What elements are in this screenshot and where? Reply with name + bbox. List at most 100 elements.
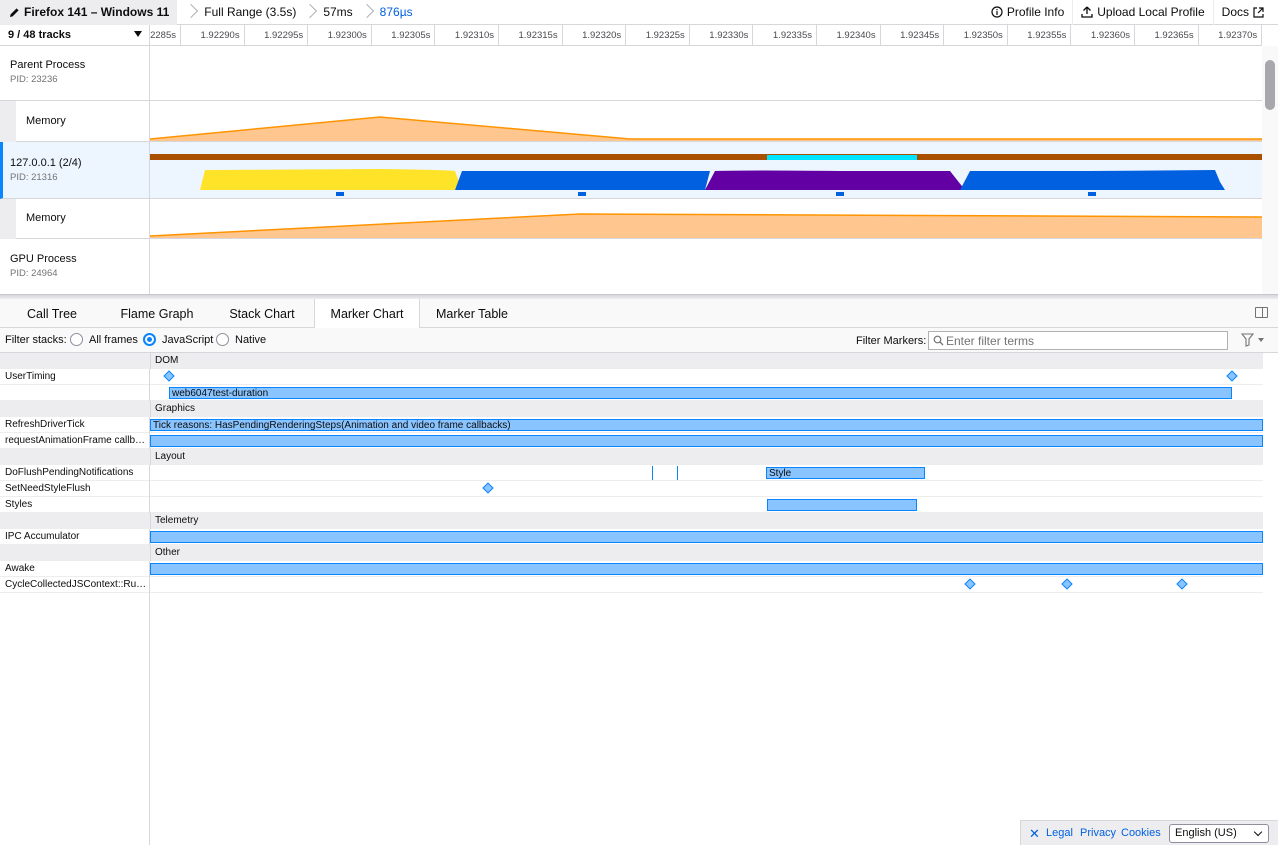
marker-bar[interactable] bbox=[150, 563, 1263, 575]
breadcrumb-876us[interactable]: 876µs bbox=[378, 0, 417, 25]
track-parent-process[interactable]: Parent Process PID: 23236 bbox=[0, 46, 150, 101]
legal-link[interactable]: Legal bbox=[1046, 827, 1073, 839]
track-gpu-process[interactable]: GPU Process PID: 24964 bbox=[0, 239, 150, 294]
upload-icon bbox=[1081, 6, 1093, 18]
marker-bar[interactable]: Style bbox=[766, 467, 925, 479]
ruler-tick: 1.92300s bbox=[302, 25, 372, 45]
ruler-tick: 1.92330s bbox=[683, 25, 754, 45]
marker-row-styles[interactable]: Styles bbox=[0, 497, 1263, 513]
tab-stack-chart[interactable]: Stack Chart bbox=[220, 299, 304, 328]
marker-instant[interactable] bbox=[1061, 578, 1073, 590]
marker-row-doflush[interactable]: DoFlushPendingNotifications Style bbox=[0, 465, 1263, 481]
docs-button[interactable]: Docs bbox=[1212, 0, 1278, 25]
marker-row-awake[interactable]: Awake bbox=[0, 561, 1263, 577]
track-count-button[interactable]: 9 / 48 tracks bbox=[0, 25, 150, 46]
profile-info-button[interactable]: Profile Info bbox=[983, 0, 1072, 25]
ruler-tick: 1.92315s bbox=[493, 25, 563, 45]
marker-bar[interactable] bbox=[767, 499, 917, 511]
track-memory-parent[interactable]: Memory bbox=[0, 101, 150, 142]
marker-bar[interactable]: web6047test-duration bbox=[169, 387, 1232, 399]
marker-row-label: SetNeedStyleFlush bbox=[0, 481, 150, 497]
breadcrumb-57ms[interactable]: 57ms bbox=[321, 0, 356, 25]
memory-graph-svg bbox=[150, 213, 1262, 238]
category-dom: DOM bbox=[0, 353, 1263, 369]
tab-marker-chart[interactable]: Marker Chart bbox=[314, 299, 420, 329]
scrollbar-thumb[interactable] bbox=[1265, 60, 1275, 110]
tab-marker-table[interactable]: Marker Table bbox=[428, 299, 516, 328]
marker-bar[interactable] bbox=[150, 435, 1263, 447]
timeline-scrollbar[interactable] bbox=[1262, 46, 1278, 294]
category-label: DOM bbox=[155, 355, 179, 366]
docs-label: Docs bbox=[1221, 5, 1249, 19]
memory-graph-parent[interactable] bbox=[150, 101, 1262, 142]
timeline-ruler: 1.92285s1.92290s1.92295s1.92300s1.92305s… bbox=[150, 25, 1262, 46]
breadcrumb-full-range[interactable]: Full Range (3.5s) bbox=[202, 0, 300, 25]
category-other: Other bbox=[0, 545, 1263, 561]
filter-stacks-label: Filter stacks: bbox=[5, 334, 67, 346]
track-content-process[interactable]: 127.0.0.1 (2/4) PID: 21316 bbox=[0, 142, 150, 199]
marker-instant[interactable] bbox=[163, 370, 175, 382]
cookies-link[interactable]: Cookies bbox=[1121, 827, 1161, 839]
pencil-icon bbox=[10, 7, 19, 17]
upload-profile-label: Upload Local Profile bbox=[1097, 5, 1205, 19]
marker-row-usertiming[interactable]: UserTiming bbox=[0, 369, 1263, 385]
marker-row-label: DoFlushPendingNotifications bbox=[0, 465, 150, 481]
marker-instant[interactable] bbox=[964, 578, 976, 590]
breadcrumb-separator bbox=[363, 0, 372, 25]
track-indent bbox=[0, 199, 16, 239]
marker-bar[interactable] bbox=[150, 531, 1263, 543]
external-link-icon bbox=[1253, 6, 1264, 18]
activity-graph-content[interactable] bbox=[150, 142, 1262, 199]
profile-name-button[interactable]: Firefox 141 – Windows 11 bbox=[0, 0, 178, 25]
activity-gc bbox=[705, 170, 965, 190]
radio-native-label[interactable]: Native bbox=[235, 334, 266, 346]
radio-javascript[interactable] bbox=[143, 333, 156, 346]
marker-tick[interactable] bbox=[652, 466, 653, 480]
marker-tick[interactable] bbox=[677, 466, 678, 480]
ruler-tick: 1.92350s bbox=[938, 25, 1008, 45]
tab-call-tree[interactable]: Call Tree bbox=[14, 299, 90, 328]
marker-settings-bar: Filter stacks: All frames JavaScript Nat… bbox=[0, 328, 1278, 353]
marker-row-usertiming-bar[interactable]: web6047test-duration bbox=[0, 385, 1263, 401]
marker-bar[interactable]: Tick reasons: HasPendingRenderingSteps(A… bbox=[150, 419, 1263, 431]
ruler-tick: 1.92290s bbox=[175, 25, 245, 45]
memory-graph-svg bbox=[150, 116, 1262, 141]
ruler-tick: 1.92335s bbox=[747, 25, 817, 45]
marker-instant[interactable] bbox=[482, 482, 494, 494]
marker-row-ipc-accumulator[interactable]: IPC Accumulator bbox=[0, 529, 1263, 545]
memory-graph-content[interactable] bbox=[150, 199, 1262, 239]
radio-native[interactable] bbox=[216, 333, 229, 346]
marker-row-refreshdrivertick[interactable]: RefreshDriverTick Tick reasons: HasPendi… bbox=[0, 417, 1263, 433]
search-icon bbox=[933, 335, 944, 346]
sidebar-toggle-icon[interactable] bbox=[1255, 307, 1268, 318]
track-graph-parent[interactable] bbox=[150, 46, 1262, 101]
activity-layout-2 bbox=[960, 170, 1225, 190]
filter-funnel-icon[interactable] bbox=[1241, 333, 1265, 347]
marker-row-cyclecollected[interactable]: CycleCollectedJSContext::Ru… bbox=[0, 577, 1263, 593]
profile-info-label: Profile Info bbox=[1006, 5, 1065, 19]
radio-all-frames-label[interactable]: All frames bbox=[89, 334, 138, 346]
track-graph-gpu[interactable] bbox=[150, 239, 1262, 294]
radio-javascript-label[interactable]: JavaScript bbox=[162, 334, 213, 346]
marker-instant[interactable] bbox=[1176, 578, 1188, 590]
filter-markers-input[interactable] bbox=[928, 331, 1228, 350]
ruler-tick: 1.92365s bbox=[1129, 25, 1199, 45]
tab-bar: Call Tree Flame Graph Stack Chart Marker… bbox=[0, 299, 1278, 329]
marker-row-raf[interactable]: requestAnimationFrame callb… bbox=[0, 433, 1263, 449]
ruler-tick: 1.92295s bbox=[238, 25, 309, 45]
track-memory-content[interactable]: Memory bbox=[0, 199, 150, 239]
marker-row-setneedstyleflush[interactable]: SetNeedStyleFlush bbox=[0, 481, 1263, 497]
marker-chart[interactable]: DOM UserTiming web6047test-duration Grap… bbox=[0, 353, 1263, 845]
close-icon[interactable]: ✕ bbox=[1029, 826, 1040, 842]
marker-instant[interactable] bbox=[1226, 370, 1238, 382]
language-select[interactable]: English (US) bbox=[1169, 824, 1269, 843]
track-name: Memory bbox=[26, 115, 66, 127]
category-label: Telemetry bbox=[155, 515, 199, 526]
tab-flame-graph[interactable]: Flame Graph bbox=[110, 299, 204, 328]
sample-marker bbox=[336, 192, 344, 196]
memory-area bbox=[150, 214, 1262, 238]
radio-all-frames[interactable] bbox=[70, 333, 83, 346]
privacy-link[interactable]: Privacy bbox=[1080, 827, 1116, 839]
upload-profile-button[interactable]: Upload Local Profile bbox=[1072, 0, 1212, 25]
profile-name: Firefox 141 – Windows 11 bbox=[24, 5, 170, 19]
